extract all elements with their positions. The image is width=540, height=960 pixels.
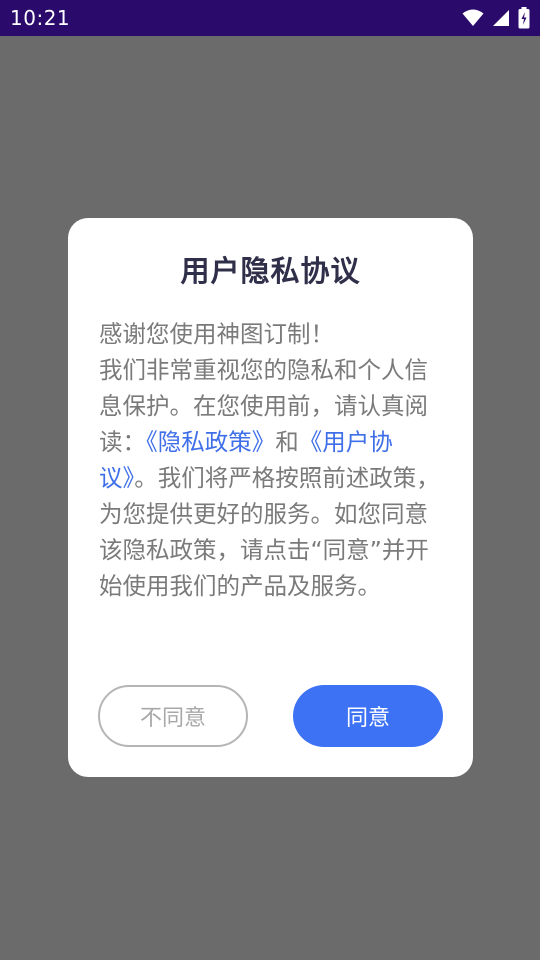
wifi-icon: [462, 9, 484, 27]
privacy-policy-link[interactable]: 《隐私政策》: [146, 428, 275, 456]
body-text-part2: 。我们将严格按照前述政策，为您提供更好的服务。如您同意该隐私政策，请点击“同意”…: [99, 464, 440, 600]
status-icons: [462, 7, 530, 29]
status-bar: 10:21: [0, 0, 540, 36]
privacy-agreement-dialog: 用户隐私协议 感谢您使用神图订制！ 我们非常重视您的隐私和个人信息保护。在您使用…: [68, 218, 473, 777]
connector-text: 和: [275, 428, 299, 456]
greeting-text: 感谢您使用神图订制！: [99, 320, 334, 348]
agreement-text: 我们非常重视您的隐私和个人信息保护。在您使用前，请认真阅读：《隐私政策》和《用户…: [99, 352, 449, 604]
disagree-button[interactable]: 不同意: [98, 685, 248, 747]
agree-button[interactable]: 同意: [293, 685, 443, 747]
battery-charging-icon: [518, 7, 530, 29]
dialog-title: 用户隐私协议: [180, 254, 361, 288]
cellular-signal-icon: [492, 9, 510, 27]
status-time: 10:21: [10, 6, 71, 30]
dialog-body: 感谢您使用神图订制！ 我们非常重视您的隐私和个人信息保护。在您使用前，请认真阅读…: [99, 316, 449, 604]
